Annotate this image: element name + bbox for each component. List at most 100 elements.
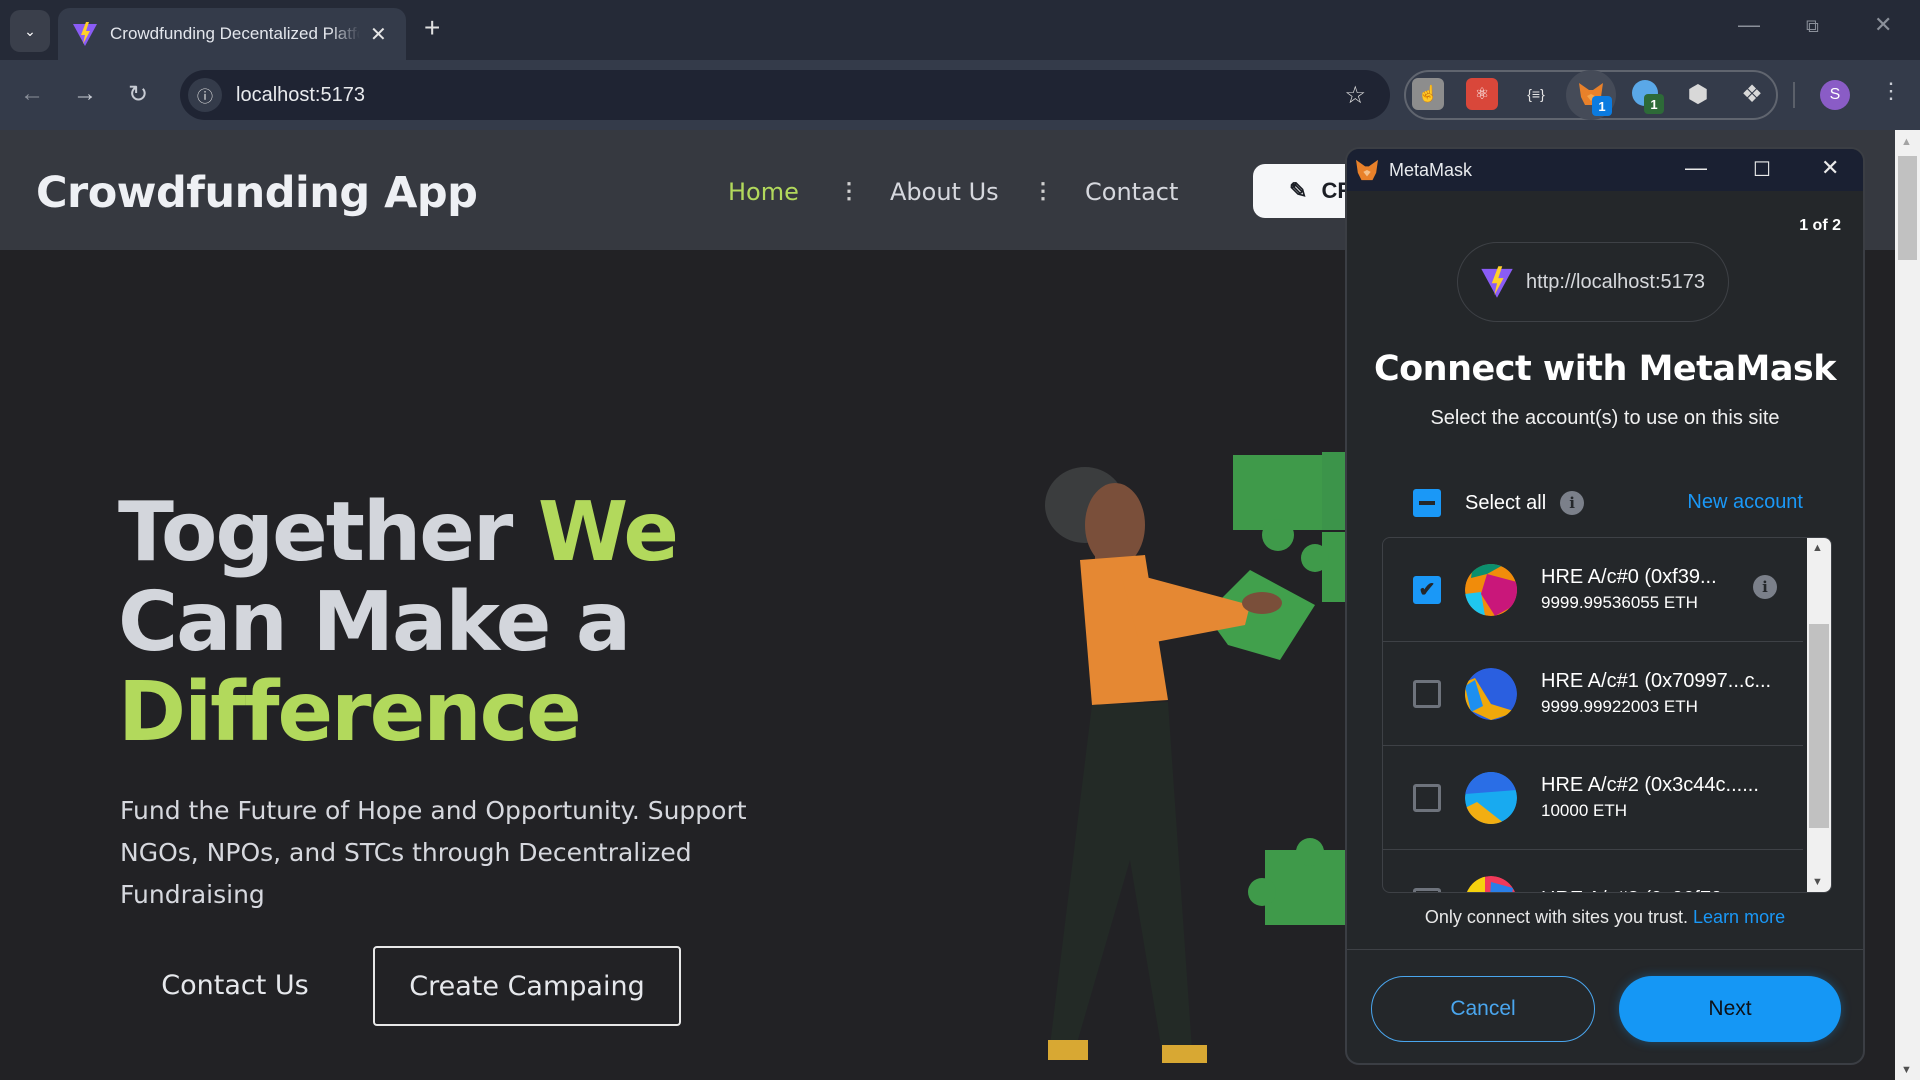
site-origin-pill: http://localhost:5173	[1457, 242, 1729, 322]
account-balance: 9999.99536055 ETH	[1541, 593, 1698, 612]
account-identicon	[1465, 771, 1517, 824]
scroll-up-icon[interactable]: ▲	[1901, 136, 1912, 148]
hero-subtitle-line: NGOs, NPOs, and STCs through Decentraliz…	[120, 838, 692, 909]
account-list-scrollbar[interactable]: ▲ ▼	[1807, 538, 1831, 892]
vite-logo-icon	[1481, 266, 1513, 298]
account-item[interactable]: HRE A/c#3 (0x90f79......	[1383, 850, 1803, 892]
account-list: ✔ HRE A/c#0 (0xf39... 9999.99536055 ETH i…	[1382, 537, 1832, 893]
app-brand[interactable]: Crowdfunding App	[36, 168, 478, 218]
react-devtools-icon[interactable]: ⚛	[1466, 78, 1498, 110]
checkmark-icon: ✔	[1418, 579, 1436, 601]
page-scrollbar-thumb[interactable]	[1898, 156, 1917, 260]
touch-extension-icon[interactable]: ☝	[1412, 78, 1444, 110]
nav-about-us[interactable]: About Us	[890, 178, 999, 206]
account-item[interactable]: ✔ HRE A/c#0 (0xf39... 9999.99536055 ETH i	[1383, 538, 1803, 642]
trust-notice-text: Only connect with sites you trust.	[1424, 907, 1689, 927]
person-figure	[1045, 467, 1282, 1063]
maximize-icon[interactable]: ☐	[1753, 157, 1771, 182]
puzzle-pieces	[1210, 452, 1350, 925]
graph-badge: 1	[1644, 94, 1664, 114]
account-checkbox[interactable]	[1413, 887, 1441, 892]
profile-avatar[interactable]: S	[1820, 80, 1850, 110]
address-bar[interactable]: ⓘ localhost:5173 ☆	[180, 70, 1390, 120]
account-identicon	[1465, 667, 1517, 720]
connect-title: Connect with MetaMask	[1373, 349, 1837, 389]
minimize-icon[interactable]: —	[1685, 155, 1707, 181]
metamask-fox-icon	[1356, 159, 1378, 181]
account-checkbox[interactable]	[1413, 783, 1441, 812]
close-icon[interactable]: ✕	[1821, 155, 1839, 181]
hero-title-text: Can Make a	[118, 575, 631, 670]
new-account-link[interactable]: New account	[1687, 491, 1803, 514]
site-info-icon[interactable]: ⓘ	[188, 78, 222, 112]
metamask-window-title: MetaMask	[1389, 159, 1473, 180]
scroll-down-icon[interactable]: ▼	[1901, 1064, 1912, 1076]
metamask-extension-button[interactable]: 1	[1566, 70, 1616, 120]
metamask-badge: 1	[1592, 96, 1612, 116]
connect-subtitle: Select the account(s) to use on this sit…	[1430, 407, 1780, 429]
vite-logo-icon	[73, 22, 97, 46]
minimize-window-icon[interactable]: —	[1738, 12, 1760, 38]
account-info-icon[interactable]: i	[1753, 575, 1777, 599]
trust-notice: Only connect with sites you trust. Learn…	[1347, 907, 1863, 928]
account-balance: 9999.99922003 ETH	[1541, 697, 1698, 716]
metamask-titlebar: MetaMask — ☐ ✕	[1347, 149, 1863, 191]
account-name: HRE A/c#0 (0xf39...	[1541, 566, 1717, 588]
back-icon[interactable]: ←	[20, 80, 44, 108]
hero-title-highlight: We	[537, 485, 679, 580]
hero-title-highlight: Difference	[118, 665, 582, 760]
page-scrollbar[interactable]: ▲ ▼	[1895, 130, 1920, 1080]
forward-icon[interactable]: →	[73, 80, 97, 108]
account-checkbox[interactable]: ✔	[1413, 575, 1441, 604]
bookmark-star-icon[interactable]: ☆	[1344, 81, 1366, 110]
account-name: HRE A/c#3 (0x90f79......	[1541, 888, 1756, 892]
toolbar-divider	[1793, 82, 1795, 108]
reload-icon[interactable]: ↻	[128, 80, 148, 109]
site-origin-url: http://localhost:5173	[1526, 270, 1706, 293]
account-list-scrollbar-thumb[interactable]	[1809, 624, 1829, 828]
account-checkbox[interactable]	[1413, 679, 1441, 708]
new-tab-button[interactable]: +	[424, 12, 440, 44]
account-item[interactable]: HRE A/c#2 (0x3c44c...... 10000 ETH	[1383, 746, 1803, 850]
nav-contact[interactable]: Contact	[1085, 178, 1178, 206]
extensions-puzzle-icon[interactable]: ❖	[1736, 78, 1768, 110]
tab-title: Crowdfunding Decentalized Platform	[110, 24, 360, 43]
nav-separator-icon: ⋮	[1032, 178, 1054, 203]
indeterminate-icon	[1419, 501, 1435, 505]
chevron-down-icon: ⌄	[24, 22, 36, 39]
pencil-icon: ✎	[1289, 178, 1308, 203]
page-indicator: 1 of 2	[1799, 217, 1841, 234]
nav-home[interactable]: Home	[728, 178, 799, 206]
hero-subtitle-line: Fund the Future of Hope and Opportunity.…	[120, 796, 747, 825]
select-all-label: Select all	[1465, 491, 1547, 514]
account-item[interactable]: HRE A/c#1 (0x70997...c... 9999.99922003 E…	[1383, 642, 1803, 746]
hero-subtitle: Fund the Future of Hope and Opportunity.…	[120, 790, 820, 916]
account-balance: 10000 ETH	[1541, 801, 1627, 820]
close-window-icon[interactable]: ✕	[1874, 12, 1892, 38]
scroll-up-icon[interactable]: ▲	[1812, 542, 1823, 554]
graph-extension-button[interactable]: 1	[1630, 78, 1664, 114]
address-url[interactable]: localhost:5173	[236, 84, 365, 107]
browser-tab[interactable]: Crowdfunding Decentalized Platform ✕	[58, 8, 406, 60]
tab-close-icon[interactable]: ✕	[370, 22, 387, 47]
select-all-checkbox[interactable]	[1413, 489, 1441, 517]
learn-more-link[interactable]: Learn more	[1693, 907, 1785, 927]
select-all-row: Select all i	[1413, 489, 1585, 517]
account-identicon	[1465, 563, 1517, 616]
browser-menu-icon[interactable]: ⋮	[1880, 78, 1902, 104]
contact-us-button[interactable]: Contact Us	[140, 945, 330, 1025]
cube-extension-icon[interactable]: ⬢	[1682, 78, 1714, 110]
create-campaign-button[interactable]: Create Campaing	[373, 946, 681, 1026]
scroll-down-icon[interactable]: ▼	[1812, 876, 1823, 888]
next-button[interactable]: Next	[1619, 976, 1841, 1042]
account-name: HRE A/c#2 (0x3c44c......	[1541, 774, 1759, 796]
restore-window-icon[interactable]: ⧉	[1806, 16, 1819, 37]
footer-divider	[1347, 949, 1863, 950]
tab-search-button[interactable]: ⌄	[10, 10, 50, 52]
hero-title-text: Together	[118, 485, 538, 580]
account-name: HRE A/c#1 (0x70997...c...	[1541, 670, 1772, 692]
json-viewer-icon[interactable]: {≡}	[1520, 78, 1552, 110]
metamask-popup: MetaMask — ☐ ✕ 1 of 2 http://localhost:5…	[1345, 147, 1865, 1065]
cancel-button[interactable]: Cancel	[1371, 976, 1595, 1042]
info-icon[interactable]: i	[1560, 491, 1585, 515]
